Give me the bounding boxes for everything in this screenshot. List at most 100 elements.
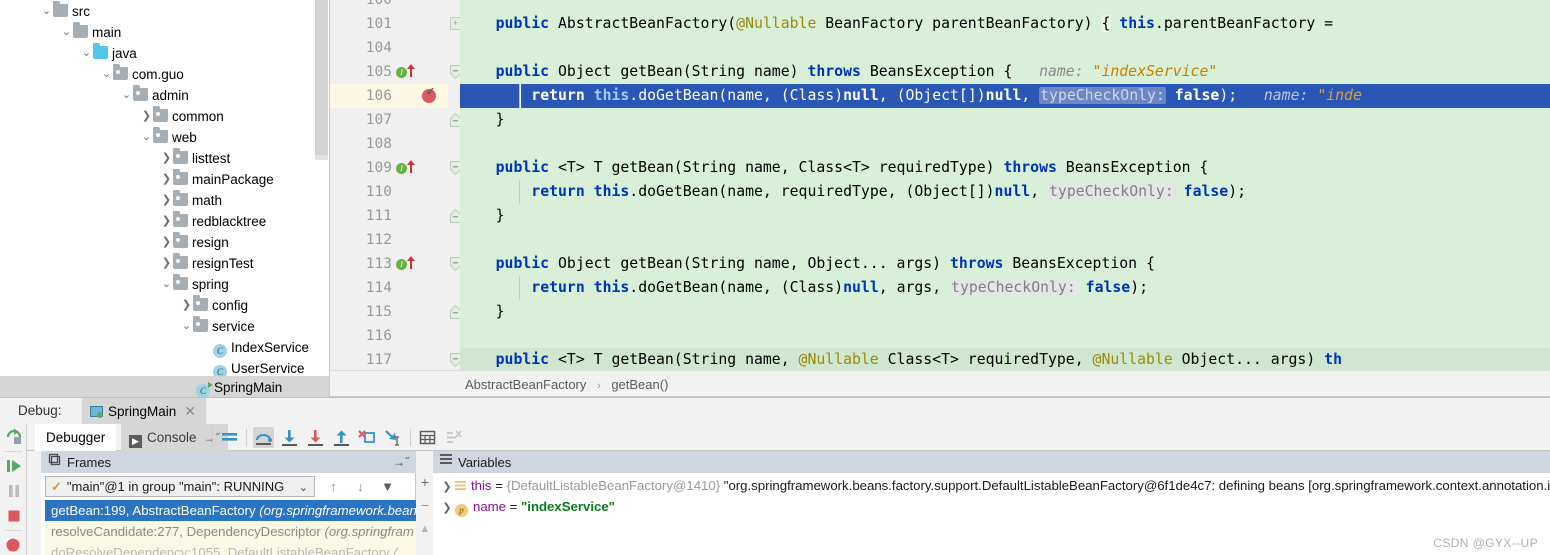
package-icon bbox=[193, 316, 208, 332]
chevron-right-icon[interactable]: ❯ bbox=[160, 148, 173, 169]
chevron-down-icon[interactable]: ⌄ bbox=[80, 43, 93, 64]
tree-item-indexservice[interactable]: C IndexService bbox=[0, 336, 329, 358]
view-breakpoints-icon[interactable] bbox=[3, 534, 25, 555]
tree-item-main[interactable]: ⌄ main bbox=[0, 21, 329, 42]
chevron-right-icon[interactable]: ❯ bbox=[439, 498, 455, 519]
table-row[interactable]: getBean:199, AbstractBeanFactory (org.sp… bbox=[45, 500, 416, 521]
overriding-method-icon[interactable]: I bbox=[396, 259, 407, 270]
overriding-method-icon[interactable]: I bbox=[396, 163, 407, 174]
toolbar-divider bbox=[5, 451, 22, 452]
thread-selector-value: "main"@1 in group "main": RUNNING bbox=[66, 479, 285, 494]
tree-item-web[interactable]: ⌄ web bbox=[0, 126, 329, 147]
filter-icon[interactable]: ▼ bbox=[378, 478, 397, 496]
gutter-markers[interactable]: I bbox=[396, 156, 415, 180]
chevron-right-icon[interactable]: ❯ bbox=[160, 169, 173, 190]
chevron-right-icon[interactable]: ❯ bbox=[180, 295, 193, 316]
table-row[interactable]: doResolveDependency:1055, DefaultListabl… bbox=[45, 542, 416, 555]
list-item[interactable]: ❯ p name = "indexService" bbox=[439, 496, 615, 517]
tree-item-math[interactable]: ❯ math bbox=[0, 189, 329, 210]
frame-method: getBean:199, AbstractBeanFactory bbox=[51, 503, 256, 518]
debug-side-toolbar[interactable] bbox=[0, 424, 27, 555]
pause-program-icon[interactable] bbox=[3, 480, 25, 502]
breadcrumb[interactable]: AbstractBeanFactory › getBean() bbox=[330, 370, 1550, 397]
breadcrumb-item-method[interactable]: getBean() bbox=[611, 377, 668, 392]
code-text-area[interactable]: public AbstractBeanFactory(@Nullable Bea… bbox=[460, 0, 1550, 370]
tree-item-label: UserService bbox=[231, 360, 305, 376]
chevron-down-icon[interactable]: ⌄ bbox=[140, 127, 153, 148]
tree-item-service[interactable]: ⌄ service bbox=[0, 315, 329, 336]
project-tree-scrollbar-track[interactable] bbox=[315, 0, 328, 160]
chevron-down-icon[interactable]: ⌄ bbox=[100, 64, 113, 85]
frame-down-icon[interactable]: ↓ bbox=[351, 478, 370, 496]
chevron-down-icon[interactable]: ⌄ bbox=[160, 274, 173, 295]
chevron-down-icon[interactable]: ⌄ bbox=[299, 479, 308, 498]
list-item[interactable]: ❯ this = {DefaultListableBeanFactory@141… bbox=[439, 475, 1550, 496]
tree-item-common[interactable]: ❯ common bbox=[0, 105, 329, 126]
tree-item-listtest[interactable]: ❯ listtest bbox=[0, 147, 329, 168]
remove-watch-icon[interactable]: − bbox=[418, 497, 432, 513]
force-step-into-icon[interactable] bbox=[305, 427, 326, 448]
frames-scroll-controls[interactable]: + − ▲ bbox=[416, 451, 433, 555]
tree-item-userservice[interactable]: C UserService bbox=[0, 357, 329, 379]
debug-session-tab[interactable]: SpringMain ✕ bbox=[82, 398, 207, 424]
tree-item-label: listtest bbox=[192, 150, 231, 166]
pin-frames-icon[interactable]: →˝ bbox=[393, 451, 409, 473]
table-row[interactable]: resolveCandidate:277, DependencyDescript… bbox=[45, 521, 416, 542]
debug-tabs-toolbar[interactable]: Debugger ▶Console→˝ bbox=[27, 424, 1550, 451]
breadcrumb-item-class[interactable]: AbstractBeanFactory bbox=[465, 377, 586, 392]
rerun-icon[interactable] bbox=[3, 426, 25, 448]
drop-frame-icon[interactable] bbox=[357, 427, 378, 448]
variable-name: name bbox=[473, 499, 506, 514]
mute-breakpoints-icon[interactable] bbox=[443, 427, 464, 448]
scroll-up-icon[interactable]: ▲ bbox=[418, 521, 432, 537]
chevron-down-icon[interactable]: ⌄ bbox=[180, 316, 193, 337]
evaluate-expression-icon[interactable] bbox=[417, 427, 438, 448]
tab-debugger[interactable]: Debugger bbox=[35, 424, 117, 451]
project-tree-scrollbar-thumb[interactable] bbox=[315, 0, 328, 155]
chevron-right-icon[interactable]: ❯ bbox=[439, 477, 455, 498]
tree-item-redblacktree[interactable]: ❯ redblacktree bbox=[0, 210, 329, 231]
tree-item-mainpackage[interactable]: ❯ mainPackage bbox=[0, 168, 329, 189]
tree-item-src[interactable]: ⌄ src bbox=[0, 0, 329, 21]
tree-item-spring[interactable]: ⌄ spring bbox=[0, 273, 329, 294]
gutter-markers[interactable]: I bbox=[396, 252, 415, 276]
code-editor[interactable]: 100101104105I106107108109I110111112113I1… bbox=[330, 0, 1550, 370]
project-tree-panel[interactable]: ⌄ src ⌄ main ⌄ java ⌄ com.guo ⌄ admin ❯ common ⌄ web ❯… bbox=[0, 0, 330, 397]
gutter-markers[interactable]: I bbox=[396, 60, 415, 84]
resume-program-icon[interactable] bbox=[3, 455, 25, 477]
chevron-down-icon[interactable]: ⌄ bbox=[40, 1, 53, 22]
step-out-icon[interactable] bbox=[331, 427, 352, 448]
project-tree-selected-item[interactable]: C SpringMain bbox=[0, 376, 329, 397]
chevron-right-icon[interactable]: ❯ bbox=[160, 253, 173, 274]
run-to-cursor-icon[interactable] bbox=[383, 427, 404, 448]
check-icon: ✓ bbox=[51, 479, 62, 494]
chevron-right-icon[interactable]: ❯ bbox=[140, 106, 153, 127]
breakpoint-icon[interactable] bbox=[422, 85, 436, 103]
implementing-method-arrow-icon[interactable] bbox=[407, 64, 415, 77]
close-icon[interactable]: ✕ bbox=[184, 403, 196, 419]
chevron-down-icon[interactable]: ⌄ bbox=[120, 85, 133, 106]
stop-icon[interactable] bbox=[3, 505, 25, 527]
frame-up-icon[interactable]: ↑ bbox=[324, 478, 343, 496]
tree-item-config[interactable]: ❯ config bbox=[0, 294, 329, 315]
variables-panel[interactable]: Variables ❯ this = {DefaultListableBeanF… bbox=[433, 451, 1550, 555]
overriding-method-icon[interactable]: I bbox=[396, 67, 407, 78]
show-execution-point-icon[interactable] bbox=[219, 427, 240, 448]
tree-item-com-guo[interactable]: ⌄ com.guo bbox=[0, 63, 329, 84]
chevron-right-icon[interactable]: ❯ bbox=[160, 190, 173, 211]
chevron-right-icon[interactable]: ❯ bbox=[160, 211, 173, 232]
step-into-icon[interactable] bbox=[279, 427, 300, 448]
tree-item-resign[interactable]: ❯ resign bbox=[0, 231, 329, 252]
chevron-right-icon[interactable]: ❯ bbox=[160, 232, 173, 253]
step-over-icon[interactable] bbox=[253, 427, 274, 448]
chevron-down-icon[interactable]: ⌄ bbox=[60, 22, 73, 43]
implementing-method-arrow-icon[interactable] bbox=[407, 160, 415, 173]
thread-selector[interactable]: ✓ "main"@1 in group "main": RUNNING ⌄ bbox=[45, 476, 315, 497]
tree-item-admin[interactable]: ⌄ admin bbox=[0, 84, 329, 105]
tree-item-springmain[interactable]: C SpringMain bbox=[0, 376, 329, 397]
frames-panel[interactable]: Frames →˝ ✓ "main"@1 in group "main": RUN… bbox=[41, 451, 416, 555]
tree-item-java[interactable]: ⌄ java bbox=[0, 42, 329, 63]
tree-item-resigntest[interactable]: ❯ resignTest bbox=[0, 252, 329, 273]
add-watch-icon[interactable]: + bbox=[418, 474, 432, 490]
implementing-method-arrow-icon[interactable] bbox=[407, 256, 415, 269]
